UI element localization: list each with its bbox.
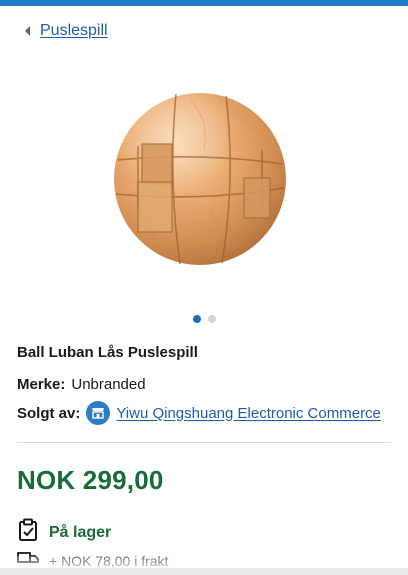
chevron-left-icon[interactable] [22, 24, 32, 38]
pagination-dot-2[interactable] [207, 315, 216, 323]
clipboard-check-icon [17, 518, 39, 547]
seller-label: Solgt av: [17, 404, 81, 422]
seller-row: Solgt av: Yiwu Qingshuang Electronic Com… [17, 401, 381, 425]
stock-status: På lager [17, 518, 111, 547]
store-icon [86, 401, 111, 425]
image-pagination[interactable] [0, 315, 408, 323]
product-title: Ball Luban Lås Puslespill [17, 344, 198, 361]
pagination-dot-1[interactable] [192, 315, 201, 323]
breadcrumb[interactable]: Puslespill [22, 22, 108, 40]
brand-label: Merke: [17, 376, 66, 393]
brand-value: Unbranded [71, 376, 146, 393]
stock-text: På lager [49, 523, 112, 541]
top-accent-bar [0, 0, 408, 6]
breadcrumb-link[interactable]: Puslespill [40, 22, 108, 40]
product-page: Puslespill Ball Luban Lås Puslespill Mer… [0, 0, 408, 575]
bottom-bar [0, 568, 408, 575]
product-image[interactable] [0, 60, 408, 300]
product-price: NOK 299,00 [17, 465, 164, 495]
brand-row: Merke: Unbranded [17, 376, 146, 393]
divider [17, 442, 391, 443]
seller-link[interactable]: Yiwu Qingshuang Electronic Commerce [116, 405, 381, 422]
